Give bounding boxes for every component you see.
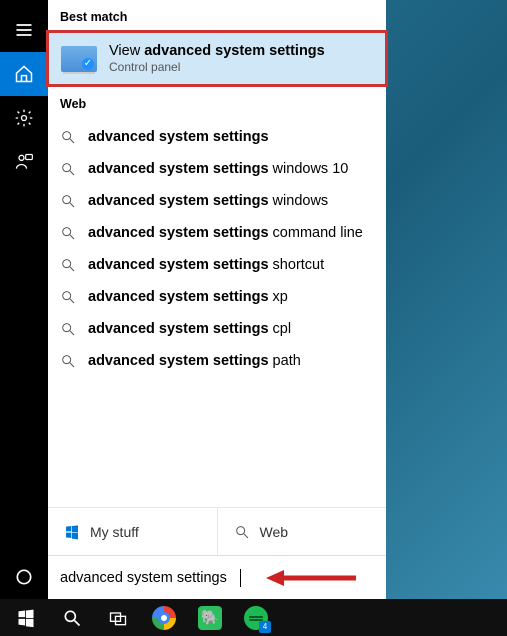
start-button[interactable] xyxy=(4,599,48,636)
spotify-badge: 4 xyxy=(259,621,271,633)
web-suggestion[interactable]: advanced system settings path xyxy=(48,345,386,377)
web-suggestion-text: advanced system settings xp xyxy=(88,289,288,305)
tab-web[interactable]: Web xyxy=(218,508,387,555)
web-suggestion[interactable]: advanced system settings windows xyxy=(48,185,386,217)
taskbar: 🐘 4 xyxy=(0,599,507,636)
evernote-icon: 🐘 xyxy=(198,606,222,630)
text-caret xyxy=(240,569,241,587)
settings-button[interactable] xyxy=(0,96,48,140)
menu-button[interactable] xyxy=(0,8,48,52)
feedback-button[interactable] xyxy=(0,140,48,184)
cortana-rail xyxy=(0,0,48,599)
search-icon xyxy=(60,193,76,209)
web-suggestion[interactable]: advanced system settings xyxy=(48,121,386,153)
best-match-sub: Control panel xyxy=(109,60,325,74)
web-suggestion-text: advanced system settings shortcut xyxy=(88,257,324,273)
search-icon xyxy=(60,225,76,241)
web-header: Web xyxy=(48,87,386,117)
cortana-button[interactable] xyxy=(0,555,48,599)
web-suggestion-text: advanced system settings command line xyxy=(88,225,363,241)
web-suggestion-text: advanced system settings windows xyxy=(88,193,328,209)
spotify-icon: 4 xyxy=(244,606,268,630)
search-icon xyxy=(60,161,76,177)
best-match-prefix: View xyxy=(109,43,144,59)
tab-my-stuff[interactable]: My stuff xyxy=(48,508,218,555)
web-suggestion[interactable]: advanced system settings xp xyxy=(48,281,386,313)
task-view-icon xyxy=(108,608,128,628)
web-suggestion-text: advanced system settings cpl xyxy=(88,321,291,337)
search-input-row: advanced system settings xyxy=(48,555,386,599)
web-suggestion[interactable]: advanced system settings command line xyxy=(48,217,386,249)
home-button[interactable] xyxy=(0,52,48,96)
annotation-arrow xyxy=(266,566,356,590)
web-suggestion[interactable]: advanced system settings cpl xyxy=(48,313,386,345)
search-icon xyxy=(60,321,76,337)
control-panel-icon xyxy=(61,46,97,72)
taskbar-app-chrome[interactable] xyxy=(142,599,186,636)
cortana-icon xyxy=(14,567,34,587)
best-match-bold: advanced system settings xyxy=(144,43,325,59)
web-suggestions: advanced system settings advanced system … xyxy=(48,117,386,381)
search-icon xyxy=(60,353,76,369)
windows-icon xyxy=(64,524,80,540)
gear-icon xyxy=(14,108,34,128)
chrome-icon xyxy=(152,606,176,630)
web-suggestion-text: advanced system settings xyxy=(88,129,269,145)
search-icon xyxy=(234,524,250,540)
web-suggestion[interactable]: advanced system settings windows 10 xyxy=(48,153,386,185)
taskbar-app-evernote[interactable]: 🐘 xyxy=(188,599,232,636)
best-match-text: View advanced system settings Control pa… xyxy=(109,43,325,74)
tab-web-label: Web xyxy=(260,524,289,540)
task-view-button[interactable] xyxy=(96,599,140,636)
search-icon xyxy=(60,129,76,145)
hamburger-icon xyxy=(14,20,34,40)
person-chat-icon xyxy=(14,152,34,172)
search-icon xyxy=(60,257,76,273)
best-match-result[interactable]: View advanced system settings Control pa… xyxy=(46,30,388,87)
scope-tabs: My stuff Web xyxy=(48,507,386,555)
taskbar-search-button[interactable] xyxy=(50,599,94,636)
search-icon xyxy=(62,608,82,628)
windows-logo-icon xyxy=(16,608,36,628)
search-input[interactable]: advanced system settings xyxy=(60,570,240,586)
search-icon xyxy=(60,289,76,305)
web-suggestion-text: advanced system settings path xyxy=(88,353,301,369)
best-match-header: Best match xyxy=(48,0,386,30)
tab-my-stuff-label: My stuff xyxy=(90,524,139,540)
taskbar-app-spotify[interactable]: 4 xyxy=(234,599,278,636)
search-panel: Best match View advanced system settings… xyxy=(48,0,386,599)
web-suggestion[interactable]: advanced system settings shortcut xyxy=(48,249,386,281)
web-suggestion-text: advanced system settings windows 10 xyxy=(88,161,348,177)
home-icon xyxy=(14,64,34,84)
